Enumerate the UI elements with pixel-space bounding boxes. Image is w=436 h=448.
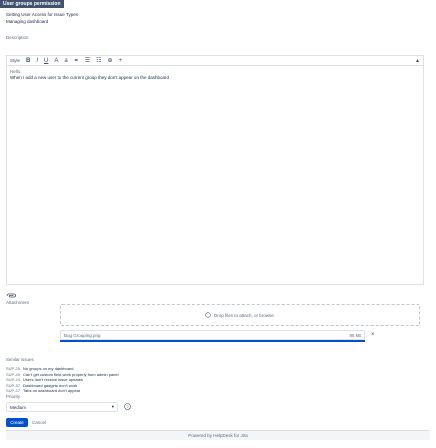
style-dropdown[interactable]: Style [10,57,20,65]
link-icon[interactable]: ⚭ [74,57,79,65]
page-title: User groups permission [0,0,64,8]
attachment-file-row: Bug Grouping.png 85 kB [60,330,365,340]
attachment-file-size: 85 kB [349,332,361,338]
summary-line-1: Setting User Access for Issue Types [6,12,78,17]
bullet-list-icon[interactable]: ☰ [85,57,90,65]
more-format-button[interactable]: a [64,57,67,65]
attachment-dropzone[interactable]: Drop files to attach, or browse. [60,304,420,326]
collapse-icon[interactable]: ▴ [416,57,419,64]
description-line-2: When I add a new user to the current gro… [10,75,169,80]
priority-select[interactable]: Medium ▾ [6,402,118,412]
help-icon[interactable]: ? [124,403,131,412]
description-editor[interactable]: Hello, When I add a new user to the curr… [6,65,424,285]
description-line-1: Hello, [10,69,22,74]
more-icon[interactable]: ⊕ [108,57,113,65]
powered-by-text: Powered by HelpDesk for Jira [188,433,248,438]
similar-issues-list: SUP-25 No groups on my dashboard SUP-49 Ca… [6,366,119,394]
underline-button[interactable]: U [44,57,48,65]
similar-issues-label: Similar issues [6,357,34,362]
bold-button[interactable]: B [26,57,30,65]
italic-button[interactable]: I [36,57,38,65]
list-item[interactable]: SUP-27 Tabs on dashboard don't appear [6,388,119,394]
priority-label: Priority [6,394,21,399]
create-button[interactable]: Create [6,418,28,427]
summary-line-2: Managing dashboard [6,19,49,24]
numbered-list-icon[interactable]: ☷ [96,57,101,65]
attachment-label: Attachment [6,300,29,305]
description-label: Description [6,35,29,40]
insert-icon[interactable]: + [119,57,123,65]
priority-value: Medium [10,404,27,410]
upload-progress [60,340,365,342]
cancel-button[interactable]: Cancel [32,420,46,425]
paperclip-small-icon [205,312,211,318]
svg-text:?: ? [126,404,129,409]
text-color-button[interactable]: A [54,57,58,65]
upload-progress-fill [60,340,365,342]
editor-toolbar: Style B I U A a ⚭ ☰ ☷ ⊕ + ▴ [6,55,424,65]
footer: Powered by HelpDesk for Jira [6,430,430,440]
chevron-down-icon: ▾ [111,404,114,409]
dropzone-text: Drop files to attach, or browse. [213,312,276,318]
remove-attachment-icon[interactable]: × [371,332,375,338]
attachment-file-name: Bug Grouping.png [64,332,101,338]
